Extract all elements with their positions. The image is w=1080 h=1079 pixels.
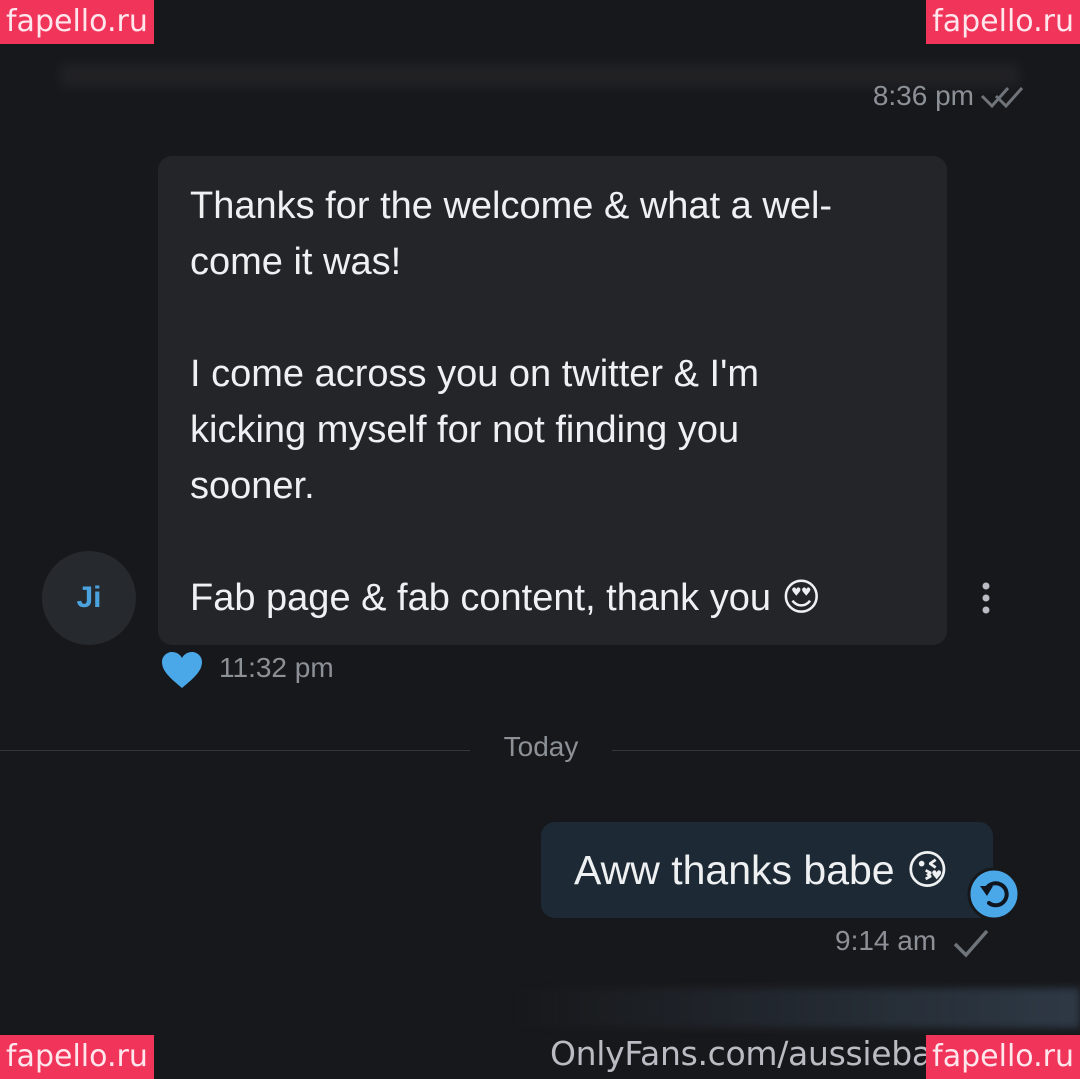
previous-message-time: 8:36 pm <box>872 80 974 111</box>
avatar-initials: Ji <box>76 581 102 614</box>
more-vertical-icon[interactable] <box>976 580 996 616</box>
incoming-message-time: 11:32 pm <box>219 652 334 683</box>
watermark-label: fapello.ru <box>0 0 154 44</box>
watermark-label: fapello.ru <box>926 1035 1080 1079</box>
avatar[interactable]: Ji <box>42 551 136 645</box>
check-icon <box>953 929 989 958</box>
date-divider-left <box>0 750 470 751</box>
bottom-fade <box>510 988 1080 1028</box>
date-separator: Today <box>503 731 579 762</box>
heart-icon[interactable] <box>160 650 204 690</box>
outgoing-message-bubble[interactable]: Aww thanks babe 😘 <box>541 822 993 918</box>
outgoing-message-time: 9:14 am <box>835 925 937 956</box>
message-paragraph: Fab page & fab content, thank you 😍 <box>190 577 822 619</box>
undo-icon[interactable] <box>967 867 1021 921</box>
message-paragraph: I come across you on twitter & I'm kicki… <box>190 353 759 507</box>
footer-caption: OnlyFans.com/aussiebar <box>550 1034 946 1073</box>
watermark-label: fapello.ru <box>926 0 1080 44</box>
outgoing-message-text: Aww thanks babe 😘 <box>574 847 949 893</box>
message-paragraph: Thanks for the welcome & what a wel- com… <box>190 185 833 283</box>
incoming-message-bubble[interactable]: Thanks for the welcome & what a wel- com… <box>158 156 947 645</box>
watermark-label: fapello.ru <box>0 1035 154 1079</box>
double-check-icon <box>980 87 1024 109</box>
date-divider-right <box>612 750 1080 751</box>
